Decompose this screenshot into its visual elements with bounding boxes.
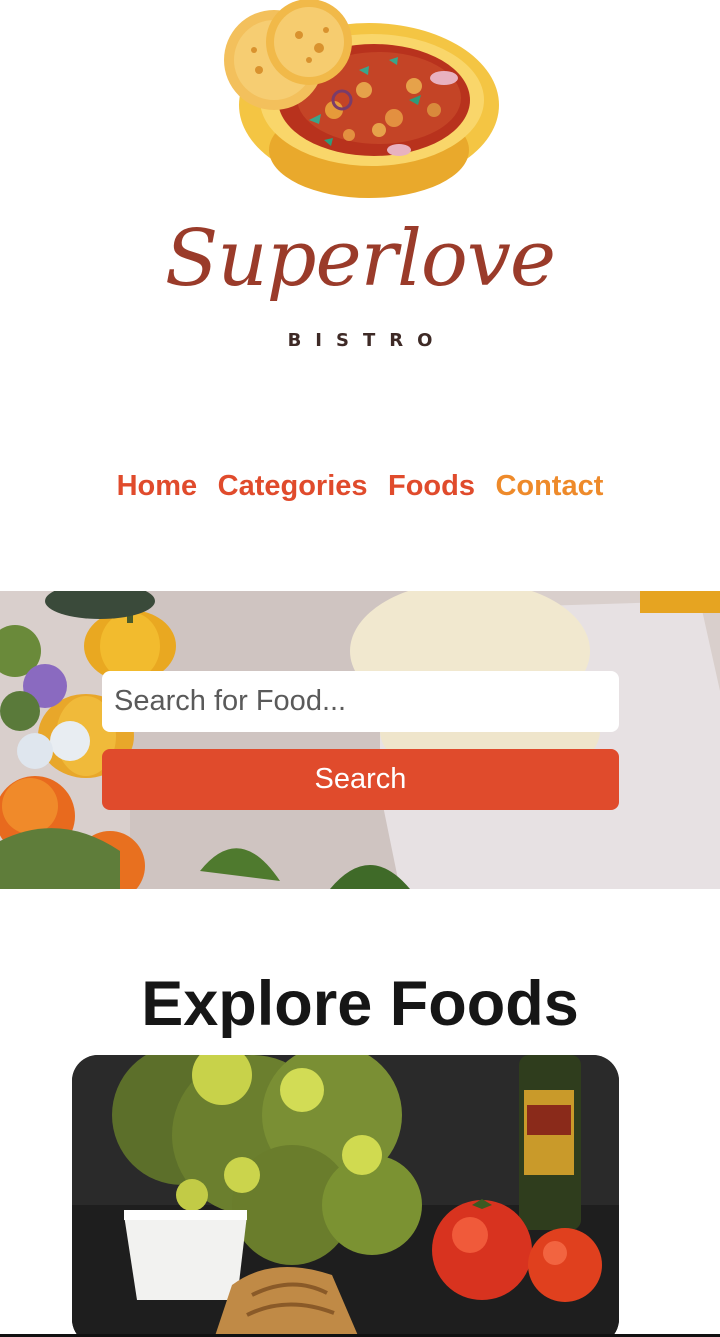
nav-item-categories[interactable]: Categories [218,466,368,506]
main-nav: Home Categories Foods Contact [0,466,720,506]
food-card-image [72,1055,619,1337]
site-logo[interactable]: Superlove BISTRO [0,0,720,370]
nav-item-contact[interactable]: Contact [495,466,603,506]
hero-food-background [0,591,720,889]
search-input[interactable] [102,671,619,732]
search-button[interactable]: Search [102,749,619,810]
nav-item-home[interactable]: Home [117,466,198,506]
food-category-card[interactable] [72,1055,619,1337]
food-search-section: Search [0,591,720,889]
nav-item-foods[interactable]: Foods [388,466,475,506]
logo-script-text: Superlove [164,214,556,304]
logo-subtitle: BISTRO [287,330,447,351]
explore-foods-heading: Explore Foods [141,969,579,1039]
logo-bowl-illustration [224,0,499,198]
